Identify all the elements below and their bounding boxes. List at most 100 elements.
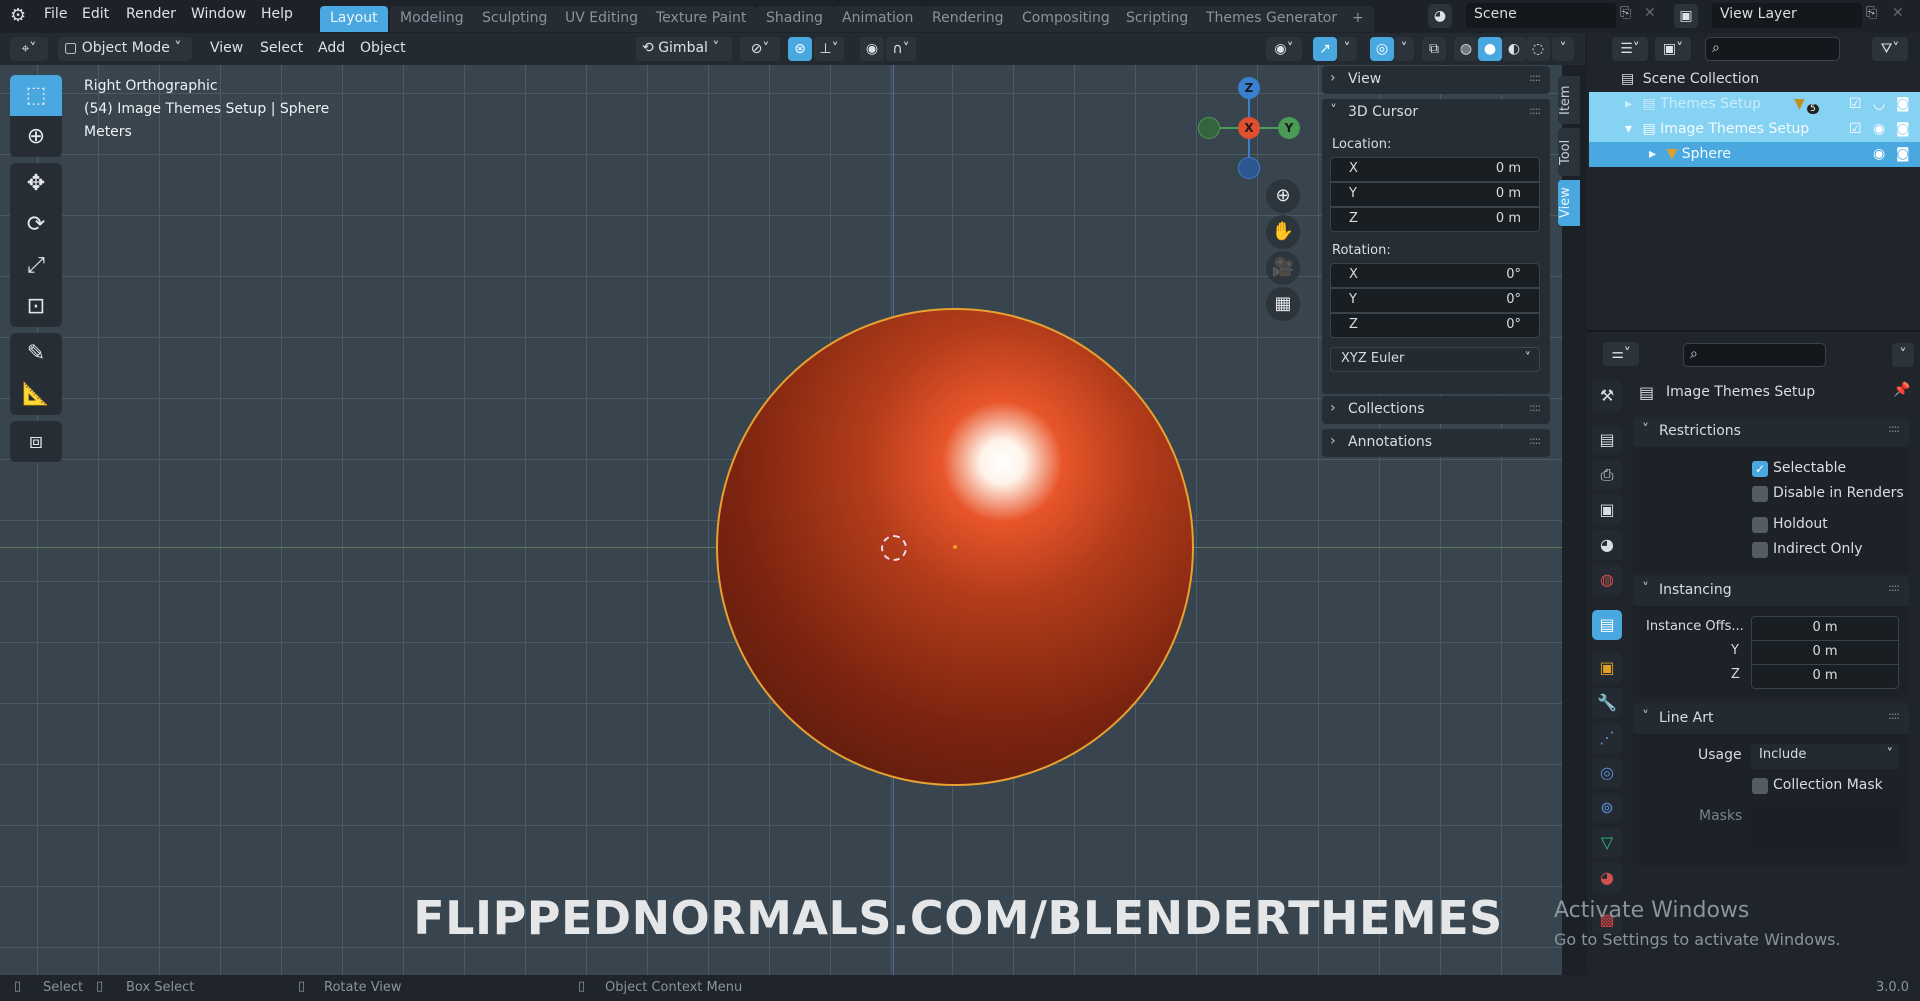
restrictions-header[interactable]: ˅ Restrictions:::: [1633, 417, 1909, 447]
outliner-item[interactable]: ▾ ▤ Image Themes Setup ☑ ◉ ◙ [1589, 117, 1920, 142]
measure-tool[interactable]: 📐 [10, 374, 62, 415]
falloff-icon[interactable]: ∩˅ [886, 37, 916, 61]
tab-sculpting[interactable]: Sculpting [472, 6, 558, 32]
gizmo-icon[interactable]: ↗ [1313, 37, 1337, 61]
selectable-checkbox[interactable]: ✓ [1752, 461, 1768, 477]
expand-icon[interactable]: ▸ [1649, 146, 1656, 162]
solid-shading-icon[interactable]: ● [1478, 37, 1502, 61]
zoom-icon[interactable]: ⊕ [1266, 179, 1300, 213]
3d-cursor-icon[interactable] [880, 534, 908, 562]
pin-icon[interactable]: 📌 [1893, 382, 1910, 398]
tab-animation[interactable]: Animation [832, 6, 924, 32]
holdout-checkbox[interactable] [1752, 517, 1768, 533]
xray-icon[interactable]: ⧉ [1422, 37, 1446, 61]
copy-icon[interactable]: ⎘ [1866, 5, 1877, 21]
eye-icon[interactable]: ◉ [1873, 121, 1885, 137]
data-tab[interactable]: ▽ [1592, 828, 1622, 858]
eye-icon[interactable]: ◉ [1873, 146, 1885, 162]
tab-scripting[interactable]: Scripting [1116, 6, 1199, 32]
blender-logo-icon[interactable]: ⚙ [10, 5, 26, 26]
properties-search-input[interactable]: ⌕ [1683, 343, 1826, 367]
move-tool[interactable]: ✥ [10, 163, 62, 204]
menu-render[interactable]: Render [126, 6, 176, 22]
sidebar-tab-view[interactable]: View [1558, 180, 1580, 226]
chevron-down-icon[interactable]: ˅ [1552, 37, 1574, 61]
menu-select[interactable]: Select [254, 37, 309, 61]
wireframe-shading-icon[interactable]: ◍ [1454, 37, 1478, 61]
expand-icon[interactable]: ▸ [1625, 96, 1632, 112]
collection-mask-checkbox[interactable] [1752, 778, 1768, 794]
particles-tab[interactable]: ⋰ [1592, 723, 1622, 753]
orientation-dropdown[interactable]: ⟲ Gimbal ˅ [636, 37, 732, 61]
overlay-icon[interactable]: ◎ [1370, 37, 1394, 61]
transform-tool[interactable]: ⊡ [10, 286, 62, 327]
panel-3d-cursor-header[interactable]: ˅ 3D Cursor:::: [1322, 99, 1550, 127]
scene-field[interactable]: Scene [1466, 3, 1616, 28]
panel-view-header[interactable]: › View:::: [1322, 66, 1550, 94]
menu-edit[interactable]: Edit [82, 6, 109, 22]
gizmo-neg-y-axis[interactable] [1198, 117, 1220, 139]
view-layer-icon[interactable]: ▣˅ [1655, 37, 1691, 61]
line-art-header[interactable]: ˅ Line Art:::: [1633, 704, 1909, 734]
disable-renders-checkbox[interactable] [1752, 486, 1768, 502]
menu-add[interactable]: Add [312, 37, 351, 61]
tab-modeling[interactable]: Modeling [390, 6, 474, 32]
material-shading-icon[interactable]: ◐ [1502, 37, 1526, 61]
outliner-item-selected[interactable]: ▸ ▼ Sphere ◉ ◙ [1589, 142, 1920, 167]
proportional-edit-icon[interactable]: ◉ [860, 37, 884, 61]
instancing-header[interactable]: ˅ Instancing:::: [1633, 576, 1909, 606]
camera-icon[interactable]: 🎥 [1266, 251, 1300, 285]
camera-icon[interactable]: ◙ [1896, 121, 1910, 137]
view-layer-tab[interactable]: ▣ [1592, 495, 1622, 525]
instance-offset-z-field[interactable]: 0 m [1751, 664, 1899, 689]
close-icon[interactable]: ✕ [1644, 5, 1656, 21]
material-tab[interactable]: ◕ [1592, 863, 1622, 893]
tab-texture-paint[interactable]: Texture Paint [646, 6, 757, 32]
scene-tab[interactable]: ◕ [1592, 530, 1622, 560]
drag-grip-icon[interactable]: :::: [1888, 422, 1900, 435]
mode-dropdown[interactable]: ▢ Object Mode ˅ [58, 37, 192, 61]
display-mode-icon[interactable]: ☰˅ [1612, 37, 1648, 61]
tab-themes-generator[interactable]: Themes Generator [1196, 6, 1348, 32]
gizmo-x-axis[interactable]: X [1238, 117, 1260, 139]
tab-uv-editing[interactable]: UV Editing [555, 6, 649, 32]
view-layer-field[interactable]: View Layer [1712, 3, 1862, 28]
camera-icon[interactable]: ◙ [1896, 146, 1910, 162]
chevron-down-icon[interactable]: ˅ [1337, 37, 1357, 61]
rotation-x-field[interactable]: X 0° [1330, 263, 1540, 288]
menu-help[interactable]: Help [261, 6, 293, 22]
chevron-down-icon[interactable]: ˅ [1892, 343, 1914, 367]
copy-icon[interactable]: ⎘ [1620, 5, 1631, 21]
panel-annotations-header[interactable]: › Annotations:::: [1322, 429, 1550, 457]
collapse-icon[interactable]: ▾ [1625, 121, 1632, 137]
add-cube-tool[interactable]: ⧈ [10, 421, 62, 462]
menu-file[interactable]: File [44, 6, 67, 22]
scale-tool[interactable]: ⤢ [10, 245, 62, 286]
scene-icon[interactable]: ◕ [1428, 4, 1452, 28]
rotation-y-field[interactable]: Y 0° [1330, 288, 1540, 313]
world-tab[interactable]: ◍ [1592, 565, 1622, 595]
collection-tab[interactable]: ▤ [1592, 610, 1622, 640]
instance-offset-x-field[interactable]: 0 m [1751, 616, 1899, 641]
tab-layout[interactable]: Layout [320, 6, 388, 32]
editor-type-icon[interactable]: ⚌˅ [1603, 342, 1639, 366]
view-layer-icon[interactable]: ▣ [1674, 4, 1698, 28]
rotation-z-field[interactable]: Z 0° [1330, 313, 1540, 338]
physics-tab[interactable]: ◎ [1592, 758, 1622, 788]
location-z-field[interactable]: Z 0 m [1330, 207, 1540, 232]
sidebar-tab-tool[interactable]: Tool [1558, 128, 1580, 176]
editor-type-icon[interactable]: ⌖˅ [10, 37, 48, 61]
usage-dropdown[interactable]: Include ˅ [1751, 744, 1899, 769]
location-x-field[interactable]: X 0 m [1330, 157, 1540, 182]
drag-grip-icon[interactable]: :::: [1888, 581, 1900, 594]
modifier-tab[interactable]: 🔧 [1592, 688, 1622, 718]
filter-icon[interactable]: ⛛˅ [1872, 37, 1908, 61]
output-tab[interactable]: ⎙ [1592, 460, 1622, 490]
render-tab[interactable]: ▤ [1592, 425, 1622, 455]
drag-grip-icon[interactable]: :::: [1529, 71, 1541, 84]
location-y-field[interactable]: Y 0 m [1330, 182, 1540, 207]
grid-icon[interactable]: ▦ [1266, 287, 1300, 321]
checkbox-icon[interactable]: ☑ [1849, 121, 1862, 137]
outliner-scene-collection[interactable]: ▤ Scene Collection [1589, 67, 1920, 92]
snap-target-icon[interactable]: ⊥˅ [814, 37, 844, 61]
